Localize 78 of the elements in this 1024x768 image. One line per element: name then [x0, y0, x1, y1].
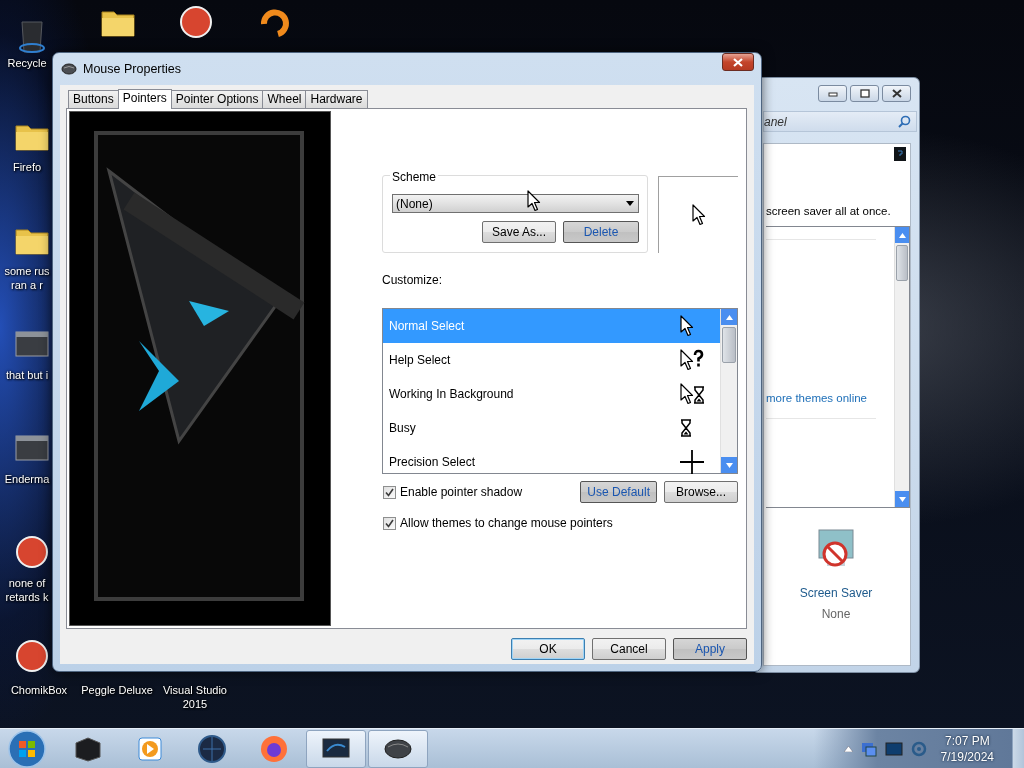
pointer-list-item[interactable]: Help Select	[383, 343, 720, 377]
icon-label: Peggle Deluxe	[80, 683, 154, 697]
checkbox[interactable]	[383, 485, 396, 499]
pointer-list-item[interactable]: Working In Background	[383, 377, 720, 411]
firefox-icon	[259, 733, 289, 764]
crosshair-icon	[680, 450, 704, 474]
app-icon[interactable]	[14, 534, 50, 570]
minimize-icon	[827, 90, 838, 97]
button[interactable]: OK	[511, 638, 585, 660]
icon-label: that but i	[4, 368, 50, 382]
button[interactable]: Browse...	[664, 481, 738, 503]
description-text: screen saver all at once.	[766, 204, 892, 219]
close-icon	[891, 89, 902, 98]
mouse-icon	[61, 63, 77, 75]
down-arrow-icon	[898, 496, 906, 502]
icon-label: Enderma	[3, 472, 51, 486]
maximize-icon	[859, 89, 870, 98]
up-arrow-icon	[725, 314, 733, 320]
option-label: Allow themes to change mouse pointers	[400, 515, 613, 532]
search-icon[interactable]	[898, 115, 911, 128]
arrow-hourglass-cursor-icon	[680, 383, 706, 405]
globe-icon	[197, 733, 227, 764]
taskbar-button[interactable]	[306, 729, 366, 768]
icon-label: ChomikBox	[9, 683, 69, 697]
search-field[interactable]: anel	[763, 111, 917, 132]
section-label: Customize:	[382, 272, 444, 289]
tab[interactable]: Buttons	[68, 90, 119, 108]
mouse-pointer-icon	[527, 190, 541, 212]
monitor-icon[interactable]	[884, 741, 903, 756]
scrollbar[interactable]	[720, 309, 737, 473]
scrollbar-thumb[interactable]	[722, 327, 736, 363]
start-button[interactable]	[8, 729, 46, 768]
screen-saver-link[interactable]: Screen Saver	[799, 584, 873, 603]
scroll-up-button[interactable]	[721, 309, 737, 325]
button[interactable]: Save As...	[482, 221, 556, 243]
arrow-cursor-icon	[691, 204, 706, 226]
hourglass-icon	[680, 419, 692, 437]
close-button[interactable]	[722, 53, 754, 71]
scroll-down-button[interactable]	[721, 457, 737, 473]
arrow-cursor-icon	[680, 315, 694, 337]
pointer-list-item[interactable]: Busy	[383, 411, 720, 445]
taskbar-button[interactable]	[368, 729, 428, 768]
scroll-up-button[interactable]	[895, 227, 909, 244]
scheme-dropdown[interactable]: (None)	[392, 194, 639, 213]
window-title: Mouse Properties	[83, 60, 181, 78]
monitor-icon	[321, 736, 351, 761]
maximize-button[interactable]	[850, 85, 879, 102]
tab[interactable]: Pointers	[117, 89, 172, 109]
close-button[interactable]	[882, 85, 911, 102]
box-icon	[73, 734, 103, 763]
tab[interactable]: Hardware	[305, 90, 368, 108]
icon-label: Recycle	[6, 56, 48, 70]
pointer-list-item[interactable]: Precision Select	[383, 445, 720, 479]
show-hidden-icons-icon[interactable]	[843, 745, 853, 752]
scrollbar-thumb[interactable]	[896, 245, 908, 282]
app-icon[interactable]	[14, 638, 50, 674]
scroll-down-button[interactable]	[895, 491, 909, 508]
minimize-button[interactable]	[818, 85, 847, 102]
option-label: Enable pointer shadow	[400, 484, 523, 501]
icon-label: some rus ran a r	[3, 264, 51, 292]
down-arrow-icon	[725, 462, 733, 468]
icon-label: none of retards k	[4, 576, 50, 604]
close-icon	[733, 57, 743, 67]
tab[interactable]: Pointer Options	[170, 90, 264, 108]
theme-link[interactable]: more themes online	[766, 390, 894, 408]
up-arrow-icon	[898, 232, 906, 238]
tab[interactable]: Wheel	[262, 90, 307, 108]
checkbox[interactable]	[383, 516, 396, 530]
caret-icon	[626, 201, 634, 206]
icon-label: Visual Studio 2015	[162, 683, 228, 711]
app-icon[interactable]	[178, 4, 214, 40]
button[interactable]: Cancel	[592, 638, 666, 660]
play-icon	[137, 735, 163, 762]
scrollbar[interactable]	[894, 227, 909, 508]
help-cursor-icon	[680, 349, 704, 371]
screen-saver-value: None	[821, 606, 851, 624]
mouse-icon	[383, 737, 413, 760]
icon-label: Firefo	[11, 160, 43, 174]
